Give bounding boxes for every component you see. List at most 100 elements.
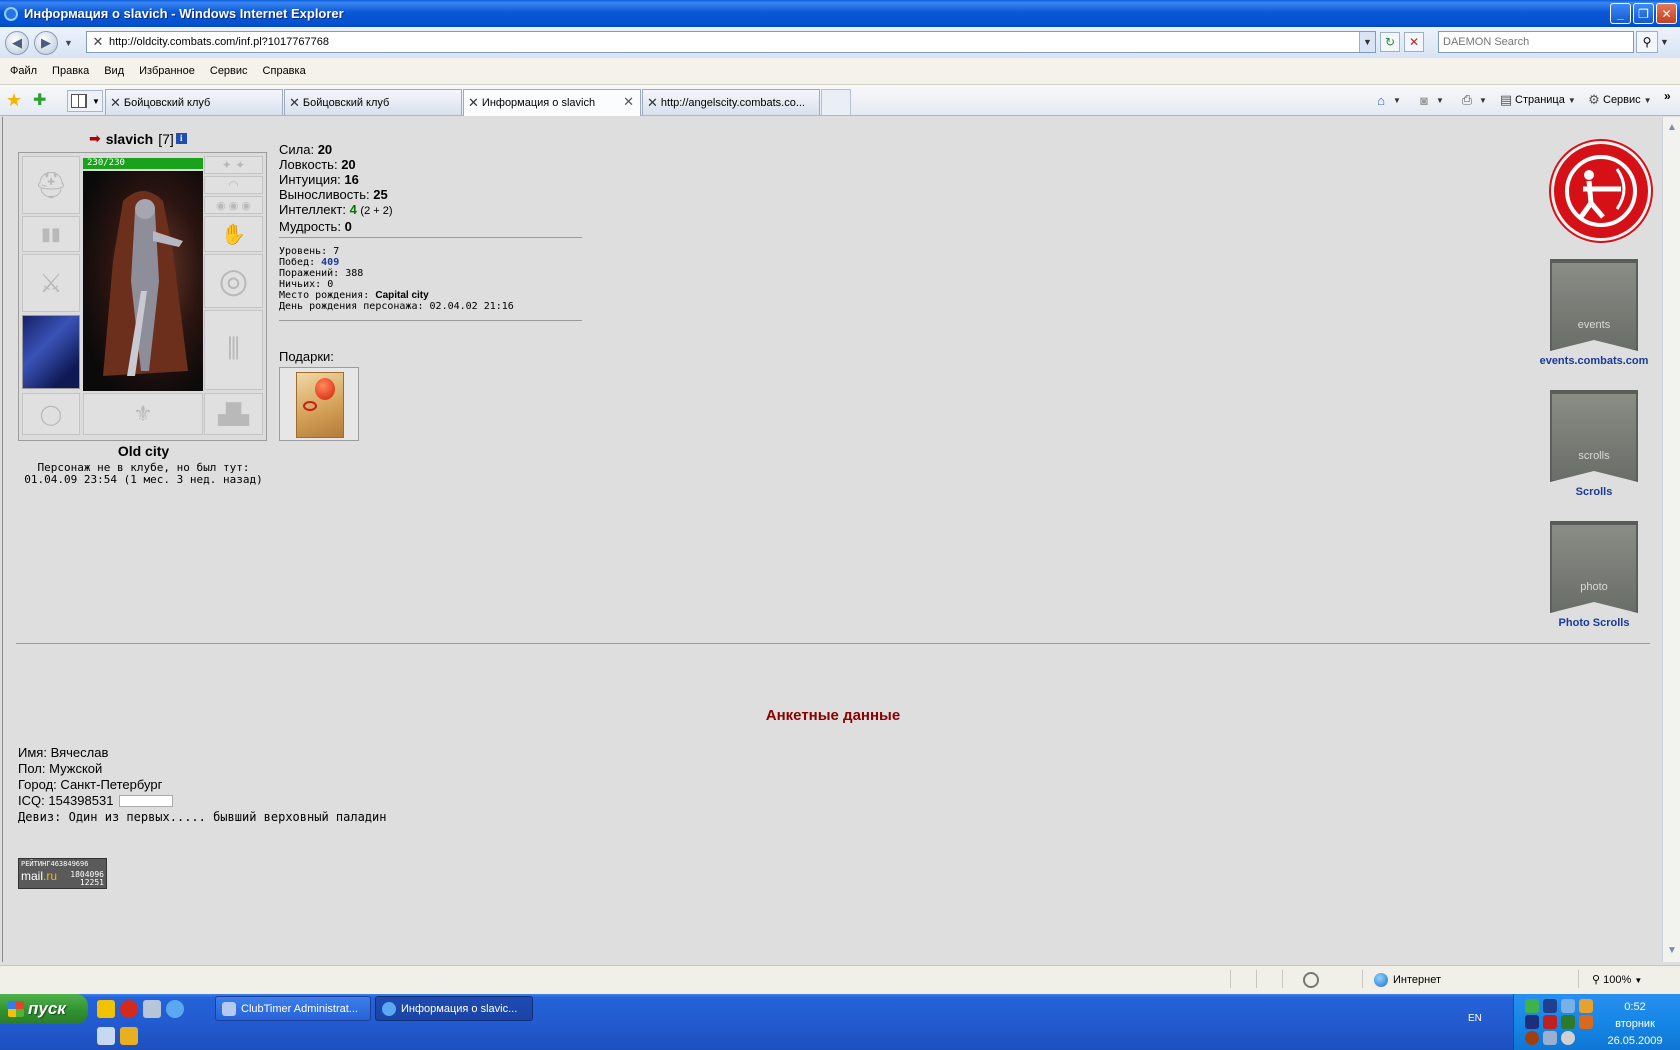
refresh-icon[interactable]: ↻ (1380, 32, 1400, 52)
quicklaunch-ie-icon[interactable] (166, 1000, 184, 1018)
search-field[interactable] (1438, 31, 1634, 53)
taskbar-item-ie[interactable]: Информация о slavic... (375, 996, 533, 1021)
tray-app-icon[interactable] (1525, 999, 1539, 1013)
home-button[interactable]: ⌂ ▼ (1372, 91, 1401, 109)
search-icon[interactable]: ⚲ (1636, 31, 1658, 53)
tray-monitor-icon[interactable] (1543, 999, 1557, 1013)
emblem-slot[interactable]: ⚜ (83, 393, 203, 435)
forward-button[interactable]: ▶ (34, 30, 58, 55)
menu-help[interactable]: Справка (263, 63, 314, 79)
tray-volume-icon[interactable] (1561, 1031, 1575, 1045)
quick-tabs-dropdown-icon[interactable]: ▼ (92, 97, 100, 106)
vertical-scrollbar[interactable]: ▲ ▼ (1662, 117, 1680, 962)
gift-item[interactable] (279, 367, 359, 441)
leggings-slot[interactable]: ⫴ (204, 310, 263, 390)
favorites-star-icon[interactable]: ★ (6, 91, 22, 109)
quicklaunch-network-icon[interactable] (143, 1000, 161, 1018)
tray-display-icon[interactable] (1525, 1015, 1539, 1029)
helmet-slot[interactable]: ⛑ (22, 156, 80, 214)
events-link[interactable]: events events.combats.com (1529, 259, 1659, 367)
page-menu-button[interactable]: ▤ Страница ▼ (1497, 91, 1576, 109)
events-link-text[interactable]: events.combats.com (1540, 355, 1649, 367)
menu-file[interactable]: Файл (10, 63, 45, 79)
close-tab-icon[interactable]: ✕ (623, 94, 634, 110)
more-commands-icon[interactable]: » (1664, 89, 1671, 103)
photo-scrolls-link-text[interactable]: Photo Scrolls (1559, 617, 1630, 629)
history-dropdown-icon[interactable]: ▼ (64, 38, 73, 48)
menu-tools[interactable]: Сервис (210, 63, 256, 79)
character-name[interactable]: slavich (106, 131, 153, 147)
scroll-down-icon[interactable]: ▼ (1665, 944, 1679, 958)
photo-scrolls-link[interactable]: photo Photo Scrolls (1529, 521, 1659, 629)
scrolls-link[interactable]: scrolls Scrolls (1529, 390, 1659, 498)
tools-menu-button[interactable]: ⚙ Сервис ▼ (1585, 91, 1651, 109)
tray-link-icon[interactable] (1543, 1031, 1557, 1045)
shield-slot[interactable]: ◎ (204, 254, 263, 308)
quicklaunch-warning-icon[interactable] (97, 1000, 115, 1018)
tray-antivirus-icon[interactable] (1543, 1015, 1557, 1029)
address-url[interactable]: http://oldcity.combats.com/inf.pl?101776… (109, 36, 329, 48)
zoom-dropdown-icon[interactable]: ▼ (1634, 976, 1642, 985)
scroll-up-icon[interactable]: ▲ (1665, 121, 1679, 135)
menu-view[interactable]: Вид (104, 63, 132, 79)
new-tab-button[interactable] (821, 89, 851, 115)
scrolls-banner-icon: scrolls (1550, 390, 1638, 482)
search-input[interactable] (1439, 32, 1633, 52)
tab-3-active[interactable]: ✕ Информация о slavich ✕ (463, 89, 641, 116)
address-dropdown-icon[interactable]: ▼ (1359, 32, 1375, 52)
security-zone[interactable]: Интернет (1374, 973, 1441, 987)
close-button[interactable]: ✕ (1656, 3, 1677, 24)
window-title-bar[interactable]: Информация о slavich - Windows Internet … (0, 0, 1680, 27)
scrolls-link-text[interactable]: Scrolls (1576, 486, 1613, 498)
rings-slot[interactable]: ◉ ◉ ◉ (204, 196, 263, 214)
tray-firefox-icon[interactable] (1525, 1031, 1539, 1045)
mailru-counter-numbers: 1804096 12251 (70, 871, 104, 887)
language-indicator[interactable]: EN (1468, 1013, 1482, 1024)
shield-icon: ◎ (218, 262, 249, 300)
stat-intellect-bonus: (2 + 2) (360, 205, 393, 217)
tab-2[interactable]: ✕ Бойцовский клуб (284, 89, 462, 115)
belt-slot[interactable]: ◯ (22, 393, 80, 435)
quicklaunch-opera-icon[interactable] (120, 1000, 138, 1018)
tab-4[interactable]: ✕ http://angelscity.combats.co... (642, 89, 820, 115)
character-avatar[interactable] (83, 171, 203, 391)
zoom-control[interactable]: ⚲ 100% ▼ (1592, 973, 1642, 986)
search-options-icon[interactable]: ▼ (1660, 37, 1669, 47)
quick-tabs-button[interactable]: ▼ (67, 90, 103, 112)
archery-clan-emblem-icon[interactable] (1551, 141, 1651, 241)
boots-slot[interactable]: ▟▙ (204, 393, 263, 435)
menu-edit[interactable]: Правка (52, 63, 97, 79)
cloak-slot[interactable] (22, 315, 80, 389)
back-button[interactable]: ◀ (5, 30, 29, 55)
quicklaunch-desktop-icon[interactable] (97, 1027, 115, 1045)
start-label: пуск (28, 999, 66, 1018)
ie-icon (4, 6, 18, 21)
start-button[interactable]: пуск (0, 994, 88, 1024)
taskbar-item-clubtimer[interactable]: ClubTimer Administrat... (215, 996, 371, 1021)
address-bar[interactable]: ✕ http://oldcity.combats.com/inf.pl?1017… (86, 31, 1376, 53)
menu-favorites[interactable]: Избранное (139, 63, 203, 79)
info-icon[interactable]: i (175, 133, 187, 144)
quicklaunch-tool-icon[interactable] (120, 1027, 138, 1045)
amulet-slot[interactable]: ◠ (204, 176, 263, 194)
tray-security-icon[interactable] (1561, 1015, 1575, 1029)
minimize-button[interactable]: _ (1610, 3, 1631, 24)
maximize-button[interactable]: ❐ (1633, 3, 1654, 24)
tray-network-icon[interactable] (1561, 999, 1575, 1013)
private-message-arrow-icon[interactable]: ➡ (89, 130, 101, 147)
earrings-slot[interactable]: ✦ ✦ (204, 156, 263, 174)
clock[interactable]: 0:52 вторник 26.05.2009 (1590, 999, 1680, 1050)
bracers-slot[interactable]: ▮▮ (22, 216, 80, 252)
tab-1[interactable]: ✕ Бойцовский клуб (105, 89, 283, 115)
stop-icon[interactable]: ✕ (1404, 32, 1424, 52)
feeds-button[interactable]: ◙ ▼ (1415, 91, 1444, 109)
print-button[interactable]: ⎙ ▼ (1458, 91, 1487, 109)
combats-favicon-icon: ✕ (289, 94, 300, 110)
privacy-icon[interactable] (1303, 972, 1319, 988)
mailru-counter[interactable]: РЕЙТИНГ463849696 mail.ru 1804096 12251 (18, 858, 107, 889)
record-wins[interactable]: 409 (321, 257, 339, 268)
gloves-slot[interactable]: ✋ (204, 216, 263, 252)
add-favorite-icon[interactable]: ✚ (33, 90, 46, 110)
weapon-slot[interactable]: ⚔ (22, 254, 80, 312)
gloves-icon: ✋ (221, 223, 246, 246)
